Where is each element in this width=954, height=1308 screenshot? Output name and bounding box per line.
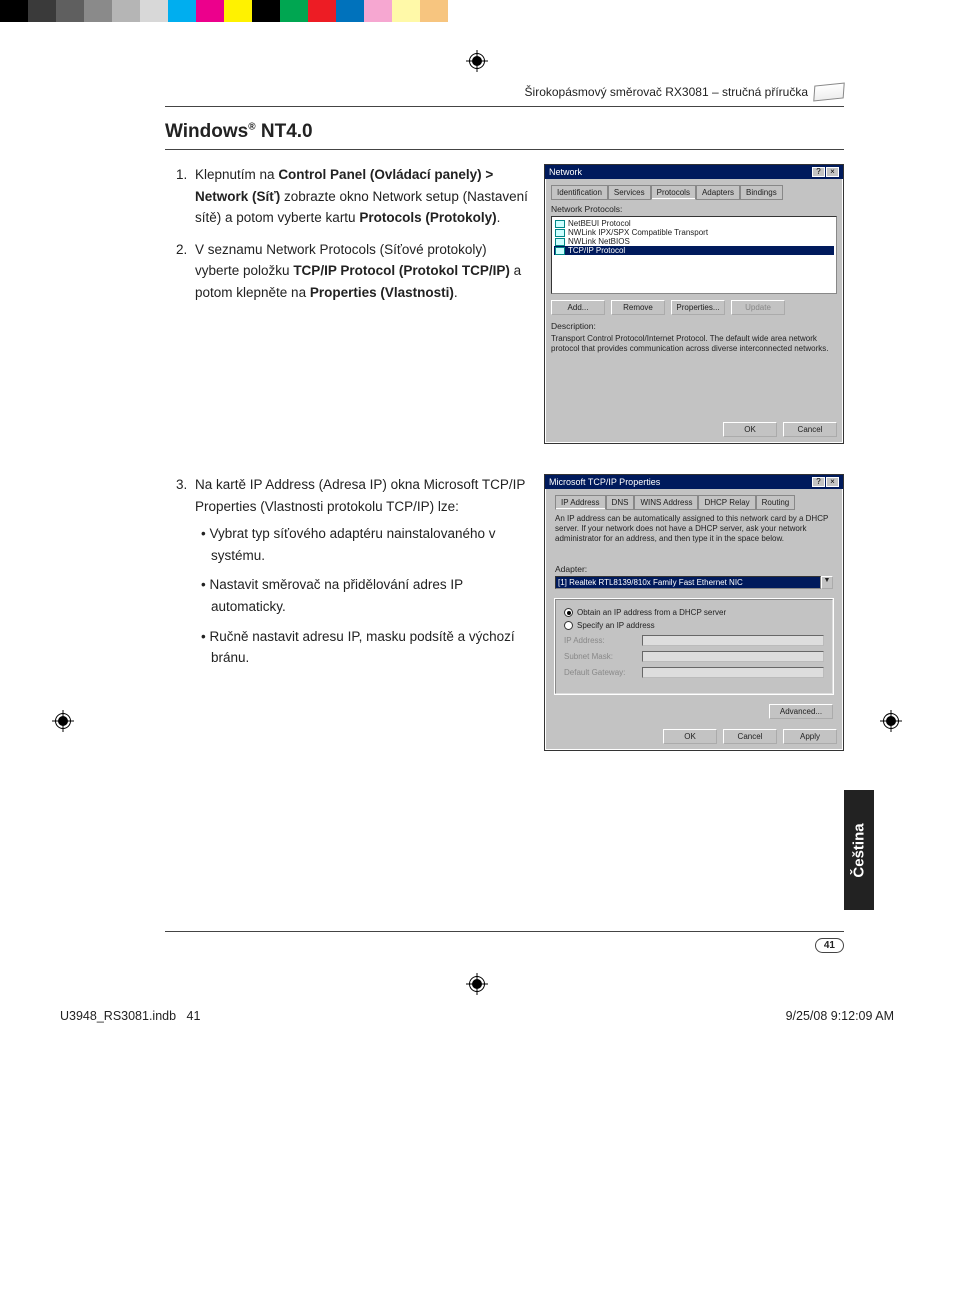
chevron-down-icon[interactable]: ▼	[821, 576, 833, 589]
cancel-button[interactable]: Cancel	[723, 729, 777, 744]
cancel-button[interactable]: Cancel	[783, 422, 837, 437]
step-3-bullet: Ručně nastavit adresu IP, masku podsítě …	[201, 626, 528, 669]
step-3-bullet: Vybrat typ síťového adaptéru nainstalova…	[201, 523, 528, 566]
close-icon[interactable]: ×	[826, 477, 839, 487]
adapter-label: Adapter:	[555, 564, 833, 574]
list-label: Network Protocols:	[551, 204, 837, 214]
subnet-mask-label: Subnet Mask:	[564, 652, 634, 661]
ip-address-label: IP Address:	[564, 636, 634, 645]
add-button[interactable]: Add...	[551, 300, 605, 315]
close-icon[interactable]: ×	[826, 167, 839, 177]
tab-adapters[interactable]: Adapters	[696, 185, 740, 200]
radio-static[interactable]: Specify an IP address	[564, 621, 824, 630]
protocol-icon	[555, 220, 565, 228]
help-icon[interactable]: ?	[812, 477, 825, 487]
step-3-bullet: Nastavit směrovač na přidělování adres I…	[201, 574, 528, 617]
list-item-selected: TCP/IP Protocol	[554, 246, 834, 255]
language-tab: Čeština	[844, 790, 874, 910]
divider	[165, 149, 844, 150]
properties-button[interactable]: Properties...	[671, 300, 725, 315]
dialog-tabs: IP Address DNS WINS Address DHCP Relay R…	[555, 495, 833, 510]
tcpip-dialog: Microsoft TCP/IP Properties ? × IP Addre…	[544, 474, 844, 751]
page-header-title: Širokopásmový směrovač RX3081 – stručná …	[525, 85, 808, 99]
tab-identification[interactable]: Identification	[551, 185, 608, 200]
list-item: NetBEUI Protocol	[554, 219, 834, 228]
tab-ip-address[interactable]: IP Address	[555, 495, 606, 510]
section-heading: Windows® NT4.0	[165, 121, 844, 143]
ip-address-field	[642, 635, 824, 646]
update-button: Update	[731, 300, 785, 315]
tab-wins[interactable]: WINS Address	[634, 495, 698, 510]
tab-services[interactable]: Services	[608, 185, 651, 200]
protocols-listbox[interactable]: NetBEUI Protocol NWLink IPX/SPX Compatib…	[551, 216, 837, 294]
registration-mark-icon	[466, 50, 488, 72]
tab-dhcp-relay[interactable]: DHCP Relay	[698, 495, 755, 510]
registration-mark-icon	[466, 973, 488, 995]
step-1: Klepnutím na Control Panel (Ovládací pan…	[191, 164, 528, 229]
remove-button[interactable]: Remove	[611, 300, 665, 315]
apply-button[interactable]: Apply	[783, 729, 837, 744]
radio-icon	[564, 621, 573, 630]
protocol-icon	[555, 238, 565, 246]
tab-protocols[interactable]: Protocols	[651, 185, 696, 200]
subnet-mask-field	[642, 651, 824, 662]
description-label: Description:	[551, 321, 837, 331]
radio-dhcp[interactable]: Obtain an IP address from a DHCP server	[564, 608, 824, 617]
list-item: NWLink IPX/SPX Compatible Transport	[554, 228, 834, 237]
adapter-value: [1] Realtek RTL8139/810x Family Fast Eth…	[555, 576, 821, 589]
protocol-icon	[555, 229, 565, 237]
help-icon[interactable]: ?	[812, 167, 825, 177]
list-item: NWLink NetBIOS	[554, 237, 834, 246]
adapter-dropdown[interactable]: [1] Realtek RTL8139/810x Family Fast Eth…	[555, 576, 833, 589]
description-text: Transport Control Protocol/Internet Prot…	[551, 334, 837, 354]
network-dialog: Network ? × Identification Services Prot…	[544, 164, 844, 444]
advanced-button[interactable]: Advanced...	[769, 704, 833, 719]
divider	[165, 106, 844, 107]
protocol-icon	[555, 247, 565, 255]
dialog-title: Network	[549, 167, 812, 177]
tab-routing[interactable]: Routing	[756, 495, 796, 510]
radio-icon	[564, 608, 573, 617]
gateway-label: Default Gateway:	[564, 668, 634, 677]
printer-color-bar	[0, 0, 954, 22]
dialog-title: Microsoft TCP/IP Properties	[549, 477, 812, 487]
ok-button[interactable]: OK	[663, 729, 717, 744]
tab-dns[interactable]: DNS	[606, 495, 635, 510]
step-2: V seznamu Network Protocols (Síťové prot…	[191, 239, 528, 304]
page-number: 41	[815, 938, 844, 953]
gateway-field	[642, 667, 824, 678]
step-3: Na kartě IP Address (Adresa IP) okna Mic…	[191, 474, 528, 669]
divider	[165, 931, 844, 932]
tcpip-info-text: An IP address can be automatically assig…	[555, 514, 833, 544]
router-icon	[813, 82, 845, 101]
dialog-tabs: Identification Services Protocols Adapte…	[551, 185, 837, 200]
ok-button[interactable]: OK	[723, 422, 777, 437]
print-footer: U3948_RS3081.indb 41 9/25/08 9:12:09 AM	[0, 1005, 954, 1029]
tab-bindings[interactable]: Bindings	[740, 185, 783, 200]
